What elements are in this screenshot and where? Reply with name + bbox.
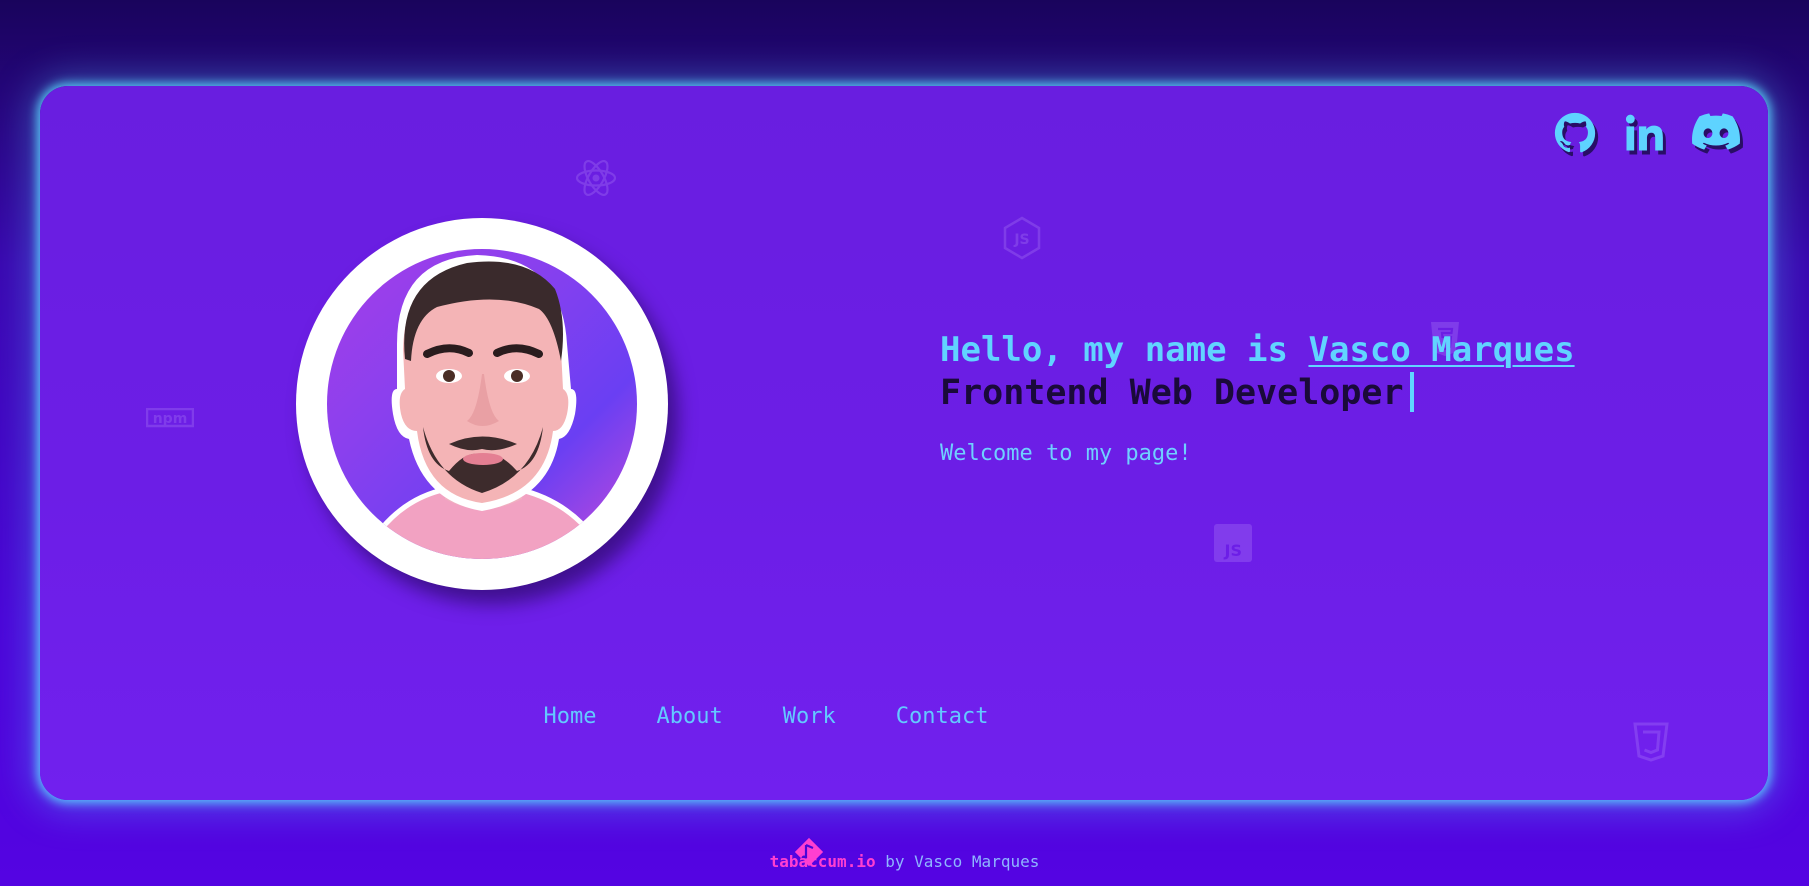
nav-work[interactable]: Work [783,704,836,729]
svg-text:JS: JS [1224,541,1242,560]
javascript-icon: JS [1214,524,1252,562]
greeting-prefix: Hello, my name is [940,330,1309,370]
github-link[interactable] [1554,112,1596,154]
svg-text:JS: JS [1013,232,1029,248]
avatar [296,218,668,590]
linkedin-link[interactable] [1624,113,1664,153]
role-text: Frontend Web Developer [940,373,1404,413]
social-links [1554,112,1740,154]
greeting: Hello, my name is Vasco Marques [940,329,1575,371]
welcome-text: Welcome to my page! [940,441,1192,466]
css3-icon [1633,722,1669,762]
footer-author: by Vasco Marques [875,852,1040,871]
react-icon [575,160,617,196]
main-nav: Home About Work Contact [40,704,1630,729]
typing-cursor [1409,372,1414,412]
footer-brand-link[interactable]: tabaccum.io [770,852,876,871]
footer: tabaccum.io by Vasco Marques [0,852,1809,871]
main-card: JS npm JS Hello, my name is Vasco Marque… [40,86,1768,800]
nav-home[interactable]: Home [544,704,597,729]
hero-section: Hello, my name is Vasco Marques Frontend… [940,329,1575,466]
svg-text:npm: npm [153,411,188,427]
portrait-illustration [364,255,605,559]
discord-link[interactable] [1692,113,1740,153]
nodejs-icon: JS [1003,216,1041,260]
nav-about[interactable]: About [657,704,723,729]
linkedin-icon [1625,114,1663,151]
role-title: Frontend Web Developer [940,371,1575,415]
github-icon [1554,112,1596,153]
name-link[interactable]: Vasco Marques [1308,330,1574,370]
nav-contact[interactable]: Contact [896,704,989,729]
avatar-photo [327,249,637,559]
npm-icon: npm [146,408,194,428]
discord-icon [1692,113,1740,150]
